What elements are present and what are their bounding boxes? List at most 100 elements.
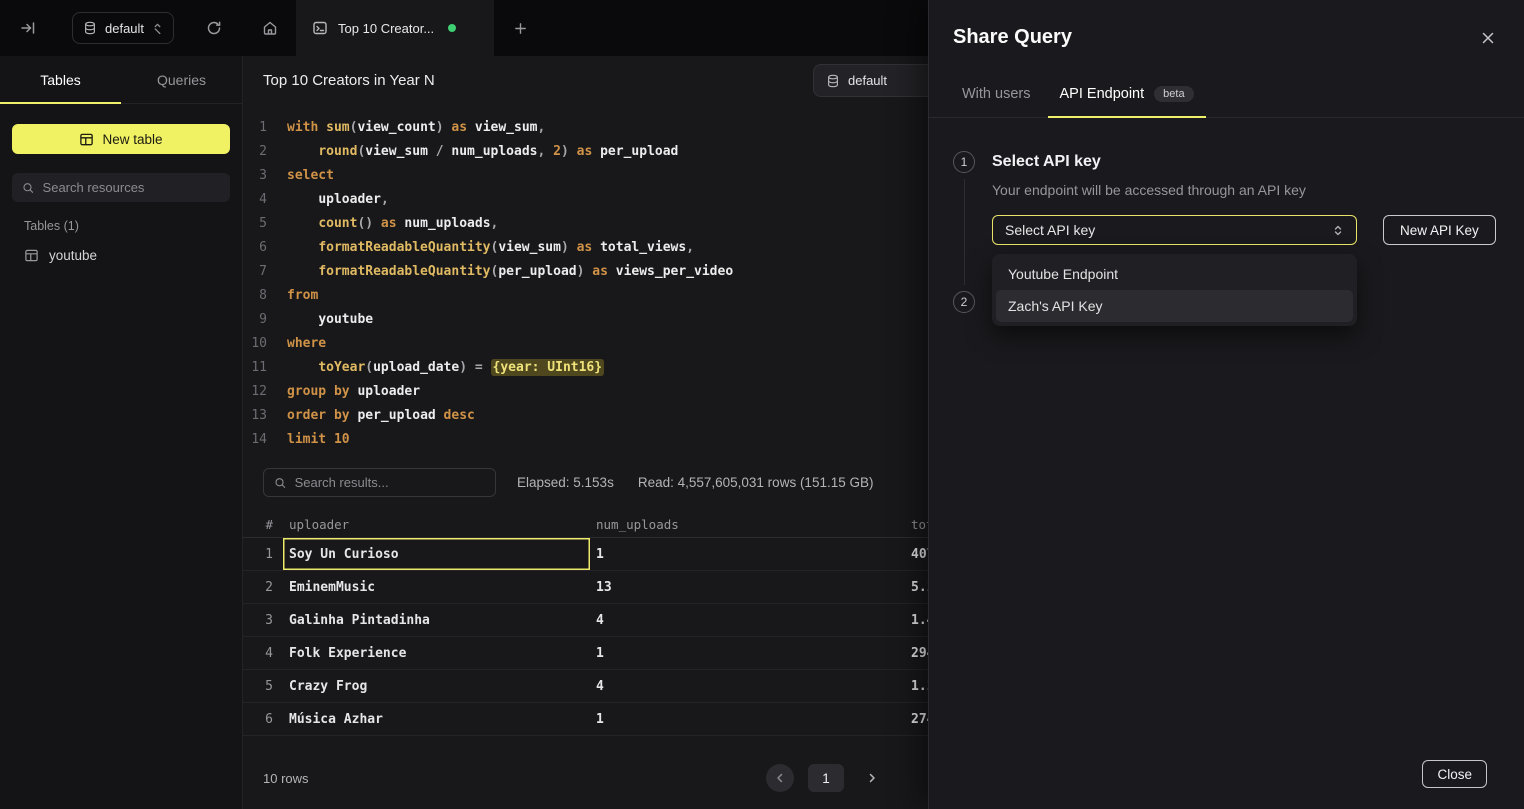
table-cell[interactable]: 1 xyxy=(590,703,905,735)
table-cell[interactable]: EminemMusic xyxy=(283,571,590,603)
line-number: 10 xyxy=(243,332,267,356)
line-number: 2 xyxy=(243,140,267,164)
code-text: toYear(upload_date) = {year: UInt16} xyxy=(287,356,604,380)
table-cell[interactable]: Crazy Frog xyxy=(283,670,590,702)
new-tab-button[interactable] xyxy=(500,0,540,56)
tab-queries[interactable]: Queries xyxy=(121,56,242,103)
line-number: 7 xyxy=(243,260,267,284)
next-page-button[interactable] xyxy=(858,764,886,792)
line-number: 5 xyxy=(243,212,267,236)
table-cell[interactable]: 6 xyxy=(243,703,283,735)
console-icon xyxy=(312,20,328,36)
menu-item-zachs-api-key[interactable]: Zach's API Key xyxy=(996,290,1353,322)
step-1: 1 Select API key Your endpoint will be a… xyxy=(953,151,1500,291)
refresh-icon xyxy=(206,20,222,36)
chevron-updown-icon xyxy=(1332,224,1344,237)
line-number: 13 xyxy=(243,404,267,428)
panel-header: Share Query xyxy=(929,0,1524,49)
column-header[interactable]: uploader xyxy=(283,512,590,537)
api-key-select-value: Select API key xyxy=(1005,222,1095,238)
line-number: 8 xyxy=(243,284,267,308)
code-text: youtube xyxy=(287,308,373,332)
code-text: order by per_upload desc xyxy=(287,404,475,428)
table-cell[interactable]: 1 xyxy=(590,637,905,669)
tab-with-users-label: With users xyxy=(962,86,1031,102)
resource-search-input[interactable] xyxy=(43,180,220,195)
tab-with-users[interactable]: With users xyxy=(962,86,1031,117)
menu-item-youtube-endpoint[interactable]: Youtube Endpoint xyxy=(996,258,1353,290)
column-header[interactable]: num_uploads xyxy=(590,512,905,537)
table-icon xyxy=(79,132,94,147)
query-database-label: default xyxy=(848,73,887,88)
chevron-left-icon xyxy=(774,772,786,784)
home-tab[interactable] xyxy=(244,0,296,56)
line-number: 11 xyxy=(243,356,267,380)
close-panel-button[interactable] xyxy=(1480,30,1496,46)
line-number: 1 xyxy=(243,116,267,140)
tab-queries-label: Queries xyxy=(157,72,206,88)
line-number: 14 xyxy=(243,428,267,452)
new-table-button[interactable]: New table xyxy=(12,124,230,154)
table-cell[interactable]: 4 xyxy=(590,670,905,702)
tab-bar: Top 10 Creator... xyxy=(244,0,540,56)
resource-search[interactable] xyxy=(12,173,230,202)
page-number[interactable]: 1 xyxy=(808,764,844,792)
results-search[interactable] xyxy=(263,468,496,497)
panel-close-button[interactable]: Close xyxy=(1422,760,1487,788)
code-text: count() as num_uploads, xyxy=(287,212,498,236)
code-text: round(view_sum / num_uploads, 2) as per_… xyxy=(287,140,678,164)
results-search-input[interactable] xyxy=(295,475,485,490)
step-connector-line xyxy=(964,179,965,285)
table-cell[interactable]: 4 xyxy=(243,637,283,669)
api-key-select[interactable]: Select API key xyxy=(992,215,1357,245)
refresh-button[interactable] xyxy=(198,12,230,44)
line-number: 3 xyxy=(243,164,267,188)
api-key-controls: Select API key New API Key Youtube Endpo… xyxy=(992,215,1500,245)
tab-api-endpoint-label: API Endpoint xyxy=(1060,86,1145,102)
tab-api-endpoint[interactable]: API Endpoint beta xyxy=(1048,86,1206,117)
table-cell[interactable]: Folk Experience xyxy=(283,637,590,669)
database-icon xyxy=(83,21,97,35)
table-cell[interactable]: Música Azhar xyxy=(283,703,590,735)
code-text: limit 10 xyxy=(287,428,350,452)
table-cell[interactable]: 1 xyxy=(590,538,905,570)
chevron-right-icon xyxy=(866,772,878,784)
table-cell[interactable]: Soy Un Curioso xyxy=(283,538,590,570)
table-cell[interactable]: 3 xyxy=(243,604,283,636)
search-icon xyxy=(22,181,35,195)
sidebar-item-youtube[interactable]: youtube xyxy=(0,241,242,270)
step-1-title: Select API key xyxy=(992,151,1500,173)
panel-title: Share Query xyxy=(953,26,1500,49)
unsaved-changes-dot xyxy=(448,24,456,32)
query-title: Top 10 Creators in Year N xyxy=(263,72,435,89)
table-cell[interactable]: 1 xyxy=(243,538,283,570)
table-cell[interactable]: 2 xyxy=(243,571,283,603)
tab-tables[interactable]: Tables xyxy=(0,56,121,103)
steps: 1 Select API key Your endpoint will be a… xyxy=(929,118,1524,313)
collapse-sidebar-button[interactable] xyxy=(12,12,44,44)
database-selector[interactable]: default xyxy=(72,12,174,44)
code-text: formatReadableQuantity(view_sum) as tota… xyxy=(287,236,694,260)
plus-icon xyxy=(513,21,528,36)
new-api-key-label: New API Key xyxy=(1400,223,1479,238)
tab-tables-label: Tables xyxy=(40,72,80,88)
read-stat: Read: 4,557,605,031 rows (151.15 GB) xyxy=(638,475,874,490)
code-text: where xyxy=(287,332,326,356)
code-text: formatReadableQuantity(per_upload) as vi… xyxy=(287,260,733,284)
prev-page-button[interactable] xyxy=(766,764,794,792)
new-api-key-button[interactable]: New API Key xyxy=(1383,215,1496,245)
table-cell[interactable]: 5 xyxy=(243,670,283,702)
step-1-description: Your endpoint will be accessed through a… xyxy=(992,182,1500,198)
share-query-panel: Share Query With users API Endpoint beta… xyxy=(928,0,1524,809)
row-count-label: 10 rows xyxy=(263,771,309,786)
code-text: with sum(view_count) as view_sum, xyxy=(287,116,545,140)
table-cell[interactable]: Galinha Pintadinha xyxy=(283,604,590,636)
code-text: uploader, xyxy=(287,188,389,212)
table-cell[interactable]: 4 xyxy=(590,604,905,636)
table-cell[interactable]: 13 xyxy=(590,571,905,603)
database-selector-label: default xyxy=(105,21,144,36)
line-number: 12 xyxy=(243,380,267,404)
table-icon xyxy=(24,248,39,263)
column-header[interactable]: # xyxy=(243,512,283,537)
query-tab-active[interactable]: Top 10 Creator... xyxy=(296,0,494,56)
